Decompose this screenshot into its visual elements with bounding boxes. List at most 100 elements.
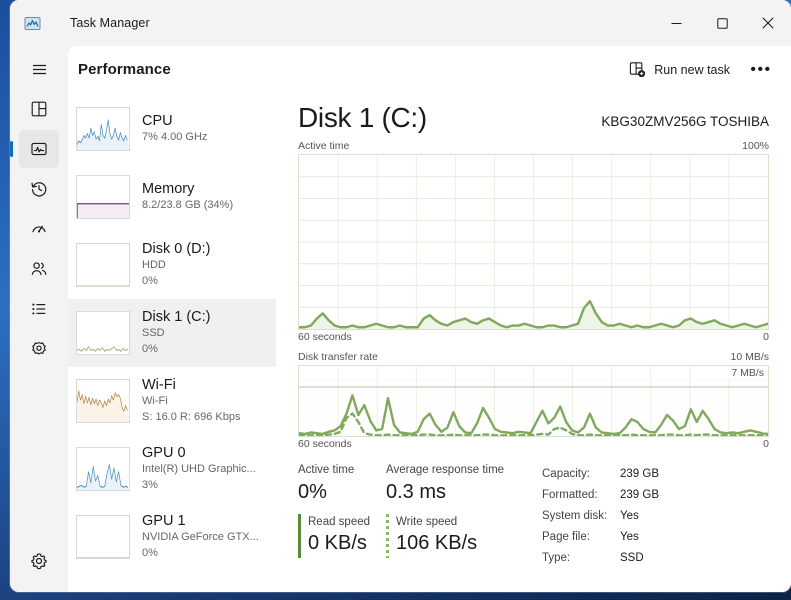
maximize-button[interactable] [699, 0, 745, 46]
active-time-axis-labels: Active time 100% [298, 140, 769, 152]
resource-info: Disk 1 (C:) SSD 0% [142, 308, 210, 357]
run-new-task-label: Run new task [654, 62, 730, 77]
processes-grid-icon [30, 100, 48, 118]
resource-name: Disk 1 (C:) [142, 309, 211, 326]
read-speed-label: Read speed [308, 515, 371, 528]
transfer-rate-graph: 7 MB/s [298, 365, 769, 438]
window-body: Performance Run new task ••• CPU 7% 4.00… [10, 46, 791, 592]
history-clock-icon [30, 180, 48, 198]
resource-subtitle-2: S: 16.0 R: 696 Kbps [142, 411, 241, 424]
g2-canvas [299, 366, 768, 437]
disk-info-row: System disk: Yes [542, 506, 659, 527]
resource-sparkline [76, 175, 130, 219]
disk-info-key: Type: [542, 552, 571, 565]
resource-name: GPU 0 [142, 445, 186, 462]
transfer-rate-label: Disk transfer rate [298, 351, 378, 364]
title-bar: Task Manager [10, 0, 791, 46]
disk-info-key: System disk: [542, 510, 608, 523]
details-list-icon [30, 300, 48, 318]
stat-avg-response-value: 0.3 ms [386, 480, 447, 503]
disk-stats: Active time 0% Average response time 0.3… [298, 462, 769, 569]
resource-name: Wi-Fi [142, 377, 176, 394]
resource-sparkline [76, 107, 130, 151]
g1-canvas [299, 155, 768, 330]
resource-name: Memory [142, 181, 195, 198]
users-people-icon [30, 260, 48, 278]
resource-subtitle-1: Wi-Fi [142, 395, 168, 408]
window-title: Task Manager [70, 16, 150, 30]
resource-subtitle-1: Intel(R) UHD Graphic... [142, 463, 256, 476]
sidebar-item-processes[interactable] [19, 90, 59, 128]
disk-info-row: Page file: Yes [542, 527, 659, 548]
sidebar-item-services[interactable] [19, 330, 59, 368]
sidebar-item-settings[interactable] [19, 542, 59, 580]
detail-title: Disk 1 (C:) [298, 102, 427, 133]
sidebar-item-performance[interactable] [19, 130, 59, 168]
resource-item[interactable]: GPU 1 NVIDIA GeForce GTX... 0% [68, 503, 276, 571]
read-speed-text: Read speed 0 KB/s [308, 514, 370, 558]
more-options-button[interactable]: ••• [745, 55, 777, 85]
run-new-task-button[interactable]: Run new task [620, 56, 739, 83]
disk-info-table: Capacity: 239 GB Formatted: 239 GB System di… [542, 462, 659, 569]
sidebar-item-app-history[interactable] [19, 170, 59, 208]
active-time-label: Active time [298, 140, 350, 153]
hamburger-icon [31, 61, 48, 78]
services-gear-icon [30, 340, 48, 358]
minimize-button[interactable] [653, 0, 699, 46]
new-task-icon [629, 61, 646, 78]
resource-item[interactable]: Memory 8.2/23.8 GB (34%) [68, 163, 276, 231]
resource-sparkline [76, 311, 130, 355]
disk-info-key: Capacity: [542, 468, 590, 481]
active-time-left-foot: 60 seconds [298, 331, 352, 344]
resource-name: CPU [142, 113, 173, 130]
resource-sparkline [76, 379, 130, 423]
disk-detail-pane: Disk 1 (C:) KBG30ZMV256G TOSHIBA Active … [276, 93, 791, 592]
resource-info: CPU 7% 4.00 GHz [142, 112, 207, 146]
sidebar-item-details[interactable] [19, 290, 59, 328]
write-speed-text: Write speed 106 KB/s [396, 514, 477, 558]
stat-write-speed: Write speed 106 KB/s [386, 513, 477, 558]
disk-info-row: Type: SSD [542, 548, 659, 569]
disk-info-row: Formatted: 239 GB [542, 485, 659, 506]
transfer-rate-left-foot: 60 seconds [298, 438, 352, 451]
stat-active-time-value: 0% [298, 480, 327, 503]
stat-row-primary: Active time 0% Average response time 0.3… [298, 462, 528, 504]
read-speed-color-bar [298, 513, 301, 558]
resource-subtitle-1: 8.2/23.8 GB (34%) [142, 199, 234, 212]
resource-list: CPU 7% 4.00 GHz Memory 8.2/23.8 GB (34%) Di… [68, 93, 276, 592]
hamburger-menu-button[interactable] [19, 50, 59, 88]
disk-info-key: Formatted: [542, 489, 598, 502]
task-manager-icon [22, 13, 42, 33]
transfer-rate-marker-label: 7 MB/s [728, 367, 764, 380]
transfer-rate-max-label: 10 MB/s [730, 351, 769, 364]
disk-info-value: 239 GB [620, 489, 659, 502]
resource-subtitle-2: 0% [142, 547, 158, 560]
stat-active-time-label: Active time [298, 464, 355, 477]
window-controls [653, 0, 791, 46]
resource-name: GPU 1 [142, 513, 186, 530]
read-speed-value: 0 KB/s [308, 531, 367, 554]
resource-item[interactable]: Disk 1 (C:) SSD 0% [68, 299, 276, 367]
resource-item[interactable]: Disk 0 (D:) HDD 0% [68, 231, 276, 299]
disk-stats-left: Active time 0% Average response time 0.3… [298, 462, 528, 569]
disk-info-value: Yes [620, 510, 639, 523]
resource-name: Disk 0 (D:) [142, 241, 211, 258]
resource-info: Disk 0 (D:) HDD 0% [142, 240, 210, 289]
sidebar-item-users[interactable] [19, 250, 59, 288]
close-button[interactable] [745, 0, 791, 46]
sidebar-item-startup-apps[interactable] [19, 210, 59, 248]
resource-sparkline [76, 243, 130, 287]
settings-gear-icon [30, 552, 48, 570]
resource-info: GPU 0 Intel(R) UHD Graphic... 3% [142, 444, 256, 493]
resource-info: Memory 8.2/23.8 GB (34%) [142, 180, 233, 214]
resource-item[interactable]: Wi-Fi Wi-Fi S: 16.0 R: 696 Kbps [68, 367, 276, 435]
task-manager-window: Task Manager Performance Run new task ••… [10, 0, 791, 592]
write-speed-label: Write speed [396, 515, 458, 528]
resource-subtitle-1: NVIDIA GeForce GTX... [142, 531, 259, 544]
resource-item[interactable]: GPU 0 Intel(R) UHD Graphic... 3% [68, 435, 276, 503]
resource-item[interactable]: CPU 7% 4.00 GHz [68, 95, 276, 163]
active-time-right-foot: 0 [763, 331, 769, 344]
stat-row-speeds: Read speed 0 KB/s Write speed 106 KB/s [298, 513, 528, 558]
write-speed-color-bar [386, 513, 389, 558]
resource-info: GPU 1 NVIDIA GeForce GTX... 0% [142, 512, 259, 561]
